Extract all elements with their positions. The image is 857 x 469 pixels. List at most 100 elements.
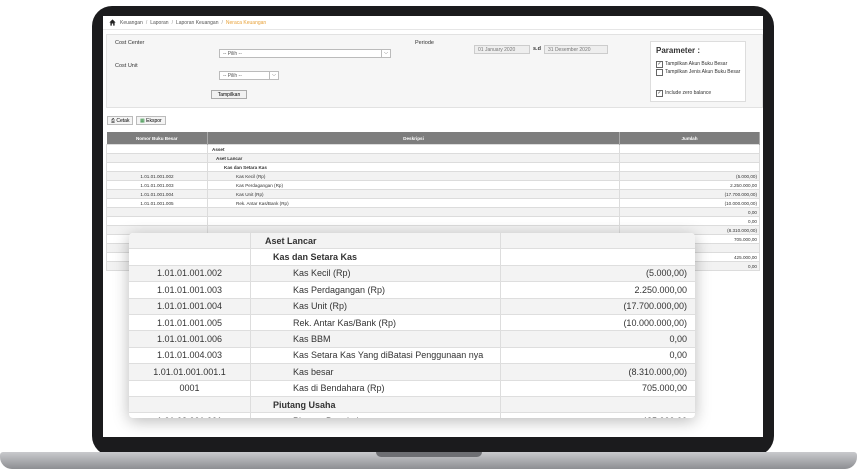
ledger-no-cell: 1.01.01.001.003 xyxy=(106,180,208,190)
description-cell: Aset Lancar xyxy=(207,153,620,163)
ledger-no-cell xyxy=(106,144,208,154)
description-cell: Asset xyxy=(207,144,620,154)
table-row: 1.01.01.001.003 Kas Perdagangan (Rp) 2.250… xyxy=(106,180,760,190)
checkbox-empty-icon[interactable] xyxy=(656,69,663,76)
amount-cell: 705.000,00 xyxy=(500,380,695,397)
description-cell: Kas Kecil (Rp) xyxy=(250,265,501,283)
description-cell: Kas Setara Kas Yang diBatasi Penggunaan … xyxy=(250,347,501,365)
ledger-no-cell: 1.01.01.001.006 xyxy=(129,330,251,348)
ledger-no-cell: 1.01.01.001.003 xyxy=(129,281,251,299)
description-cell: Piutang Usaha xyxy=(250,396,501,414)
description-cell: Kas BBM xyxy=(250,330,501,348)
ledger-no-cell xyxy=(106,216,208,226)
description-cell: Kas Unit (Rp) xyxy=(207,189,620,199)
option-show-ledger[interactable]: ✓ Tampilkan Akun Buku Besar xyxy=(656,61,727,68)
table-row: 0,00 xyxy=(106,216,760,226)
date-to-input[interactable]: 31 Desember 2020 xyxy=(544,45,608,54)
cost-center-select[interactable]: -- Pilih -- ⌵ xyxy=(219,49,391,58)
ledger-no-cell: 1.01.01.001.001.1 xyxy=(129,363,251,381)
table-row: Asset xyxy=(106,144,760,154)
description-cell: Kas Perdagangan (Rp) xyxy=(250,281,501,299)
zoom-row: 1.01.01.001.001.1 Kas besar (8.310.000,00) xyxy=(129,363,695,381)
amount-cell: 425.000,00 xyxy=(500,412,695,418)
amount-cell: 2.250.000,00 xyxy=(619,180,760,190)
amount-cell: 2.250.000,00 xyxy=(500,281,695,299)
description-cell: Rek. Antar Kas/Bank (Rp) xyxy=(207,198,620,208)
description-cell: Kas Perdagangan (Rp) xyxy=(207,180,620,190)
description-cell: Rek. Antar Kas/Bank (Rp) xyxy=(250,314,501,332)
cost-center-value: -- Pilih -- xyxy=(223,51,242,57)
parameter-title: Parameter : xyxy=(656,46,701,55)
export-button[interactable]: ▦ Ekspor xyxy=(136,116,166,125)
ledger-no-cell xyxy=(129,248,251,266)
description-cell xyxy=(207,207,620,217)
breadcrumb-keuangan[interactable]: Keuangan xyxy=(120,20,143,26)
ledger-no-cell xyxy=(106,162,208,172)
amount-cell: (8.310.000,00) xyxy=(500,363,695,381)
description-cell: Piutang Bengkel xyxy=(250,412,501,418)
amount-cell xyxy=(500,396,695,414)
sd-label: s.d xyxy=(533,46,541,52)
print-button[interactable]: ⎙ Cetak xyxy=(107,116,134,125)
breadcrumb-neraca: Neraca Keuangan xyxy=(225,19,267,26)
cost-unit-value: -- Pilih -- xyxy=(223,73,242,79)
breadcrumb-laporan-keuangan[interactable]: Laporan Keuangan xyxy=(176,20,219,26)
zoom-row: Kas dan Setara Kas xyxy=(129,248,695,266)
description-cell: Kas Unit (Rp) xyxy=(250,298,501,315)
description-cell: Aset Lancar xyxy=(250,233,501,250)
zoom-row: 1.01.01.001.002 Kas Kecil (Rp) (5.000,00) xyxy=(129,265,695,283)
description-cell: Kas di Bendahara (Rp) xyxy=(250,380,501,397)
breadcrumb-laporan[interactable]: Laporan xyxy=(150,20,168,26)
cost-center-label: Cost Center xyxy=(115,40,145,46)
ledger-no-cell: 1.01.01.001.005 xyxy=(129,314,251,332)
ledger-no-cell xyxy=(106,153,208,163)
amount-cell: 0,00 xyxy=(619,216,760,226)
ledger-no-cell: 1.01.01.001.002 xyxy=(106,171,208,181)
amount-cell xyxy=(500,248,695,266)
description-cell: Kas besar xyxy=(250,363,501,381)
show-button[interactable]: Tampilkan xyxy=(211,90,247,99)
cost-unit-label: Cost Unit xyxy=(115,63,138,69)
table-row: 1.01.01.001.004 Kas Unit (Rp) (17.700.000,… xyxy=(106,189,760,199)
description-cell xyxy=(207,216,620,226)
amount-cell xyxy=(619,153,760,163)
home-icon[interactable] xyxy=(109,19,116,26)
breadcrumb: Keuangan / Laporan / Laporan Keuangan / Ner… xyxy=(103,16,763,30)
ledger-no-cell: 0001 xyxy=(129,380,251,397)
table-row: 0,00 xyxy=(106,207,760,217)
checkbox-checked-icon[interactable]: ✓ xyxy=(656,90,663,97)
description-cell: Kas dan Setara Kas xyxy=(250,248,501,266)
zoom-detail-table: Aset Lancar Kas dan Setara Kas 1.01.01.001… xyxy=(129,233,695,418)
checkbox-checked-icon[interactable]: ✓ xyxy=(656,61,663,68)
option-include-zero[interactable]: ✓ Include zero balance xyxy=(656,90,711,97)
date-from-input[interactable]: 01 January 2020 xyxy=(474,45,530,54)
zoom-detail-panel: Aset Lancar Kas dan Setara Kas 1.01.01.001… xyxy=(129,233,695,418)
amount-cell: 0,00 xyxy=(500,330,695,348)
amount-cell: (5.000,00) xyxy=(619,171,760,181)
ledger-no-cell xyxy=(129,396,251,414)
ledger-no-cell: 1.01.01.001.004 xyxy=(129,298,251,315)
zoom-row: 1.01.01.004.003 Kas Setara Kas Yang diBat… xyxy=(129,347,695,365)
ledger-no-cell: 1.01.01.001.002 xyxy=(129,265,251,283)
zoom-row: 1.01.01.001.005 Rek. Antar Kas/Bank (Rp)(… xyxy=(129,314,695,332)
table-row: 1.01.01.001.002 Kas Kecil (Rp) (5.000,00) xyxy=(106,171,760,181)
amount-cell: (10.000.000,00) xyxy=(500,314,695,332)
laptop-notch xyxy=(376,452,482,457)
chevron-down-icon: ⌵ xyxy=(381,50,390,57)
parameter-box: Parameter : ✓ Tampilkan Akun Buku Besar T… xyxy=(650,41,746,102)
cost-unit-select[interactable]: -- Pilih -- ⌵ xyxy=(219,71,279,80)
zoom-row: 1.01.03.001.001Piutang Bengkel425.000,00 xyxy=(129,412,695,418)
zoom-row: Piutang Usaha xyxy=(129,396,695,414)
amount-cell: (17.700.000,00) xyxy=(500,298,695,315)
amount-cell: (10.000.000,00) xyxy=(619,198,760,208)
zoom-row: 1.01.01.001.003 Kas Perdagangan (Rp) 2.250… xyxy=(129,281,695,299)
description-cell: Kas Kecil (Rp) xyxy=(207,171,620,181)
col-header-description: Deskripsi xyxy=(207,132,620,145)
ledger-no-cell xyxy=(106,207,208,217)
option-show-ledger-type[interactable]: Tampilkan Jenis Akun Buku Besar xyxy=(656,69,742,76)
amount-cell: (5.000,00) xyxy=(500,265,695,283)
amount-cell xyxy=(619,162,760,172)
zoom-row: 1.01.01.001.004 Kas Unit (Rp) (17.700.000,… xyxy=(129,298,695,315)
zoom-row: 1.01.01.001.006 Kas BBM 0,00 xyxy=(129,330,695,348)
col-header-amount: Jumlah xyxy=(619,132,760,145)
